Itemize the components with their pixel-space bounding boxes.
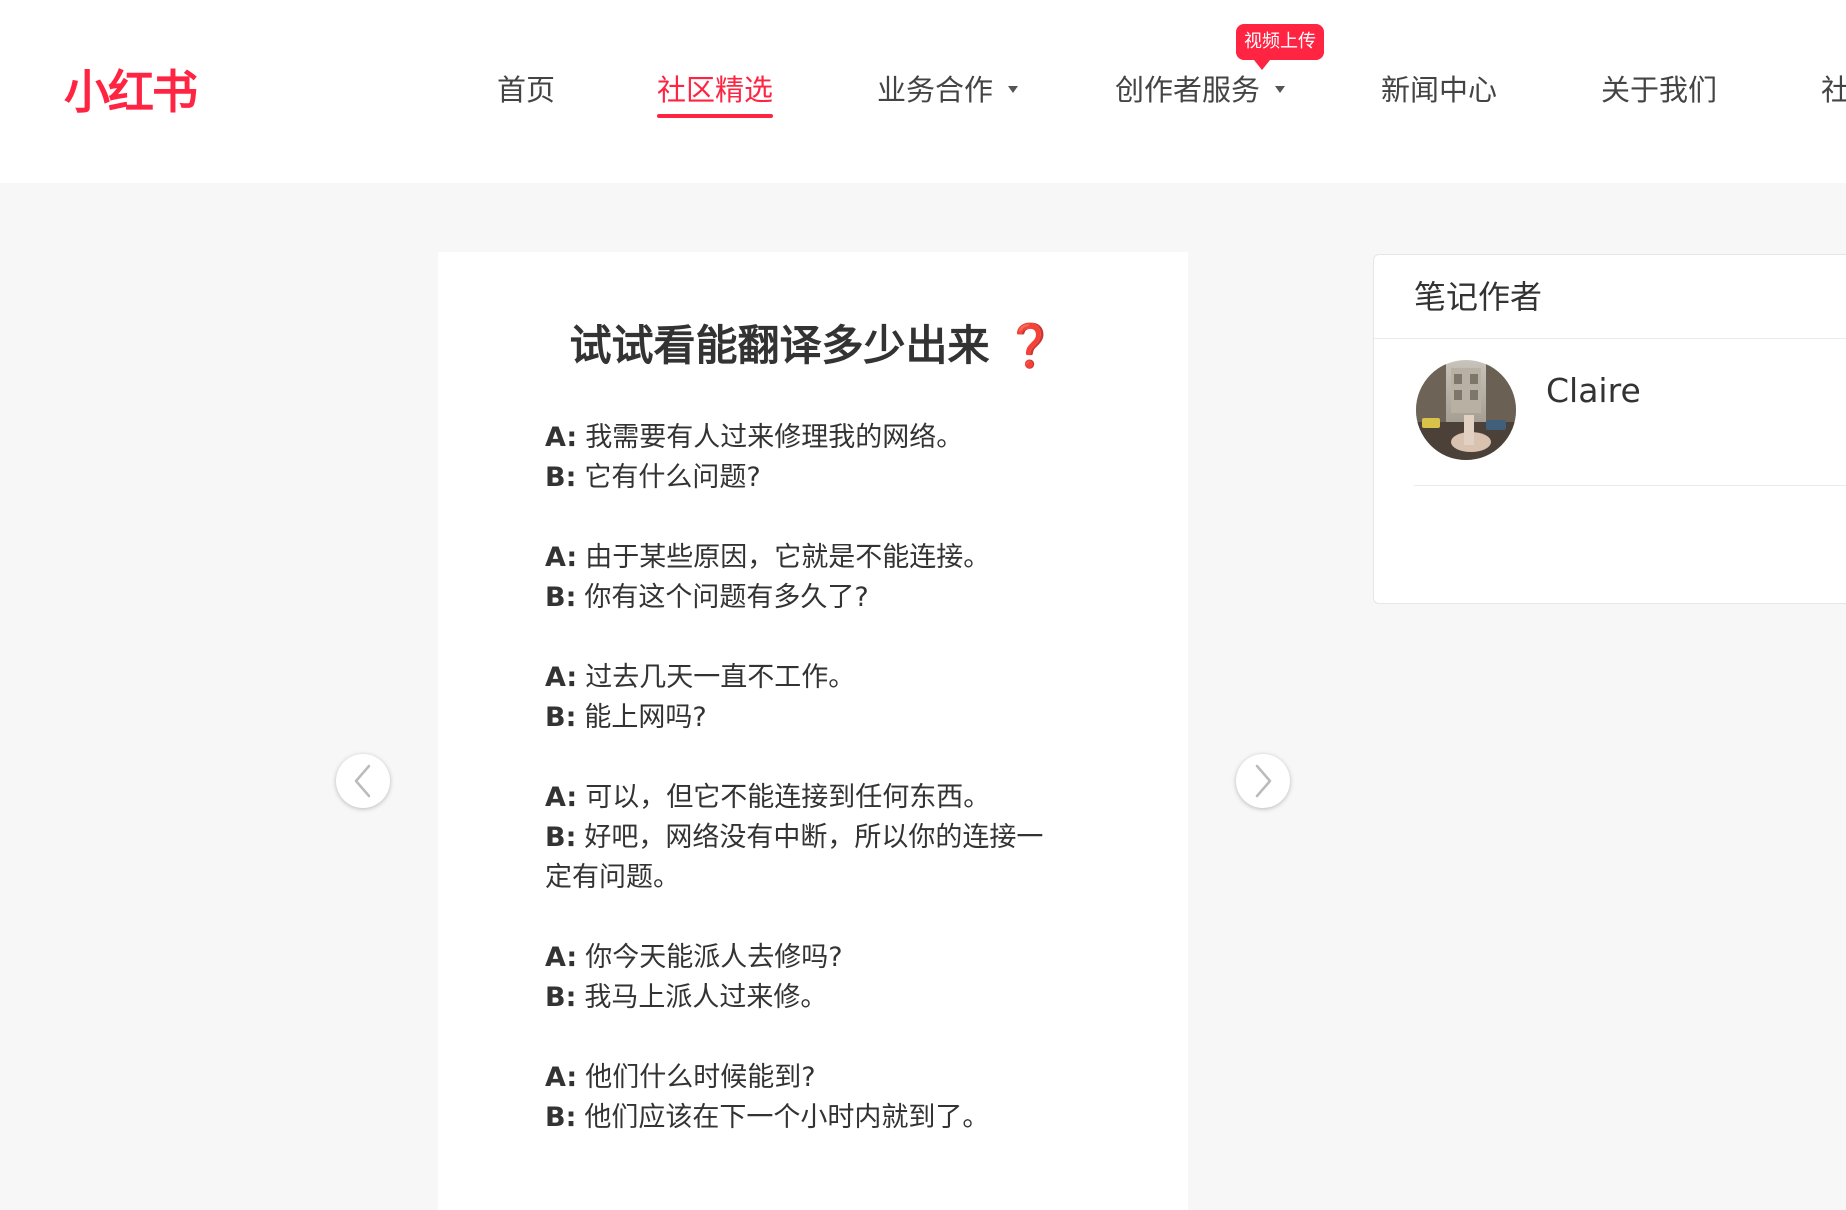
speaker-b-label: B:: [545, 1102, 577, 1133]
author-name[interactable]: Claire: [1546, 369, 1641, 413]
badge-label: 视频上传: [1244, 31, 1316, 52]
video-upload-badge[interactable]: 视频上传: [1236, 24, 1324, 70]
dialogue-line-a: A: 由于某些原因，它就是不能连接。: [545, 538, 1065, 578]
dialogue-line-a: A: 可以，但它不能连接到任何东西。: [545, 778, 1065, 818]
dialogue-text: 由于某些原因，它就是不能连接。: [585, 542, 991, 573]
nav-item-news-center[interactable]: 新闻中心: [1381, 64, 1497, 116]
speaker-b-label: B:: [545, 982, 577, 1013]
speaker-a-label: A:: [545, 542, 578, 573]
author-panel-title: 笔记作者: [1414, 278, 1543, 316]
dialogue-block: A: 由于某些原因，它就是不能连接。 B: 你有这个问题有多久了?: [545, 538, 1065, 618]
dialogue-text: 你有这个问题有多久了?: [584, 582, 869, 613]
brand-logo-text: 小红书: [64, 65, 198, 119]
brand-logo[interactable]: 小红书: [64, 58, 198, 120]
nav-item-label: 创作者服务: [1115, 73, 1261, 107]
speaker-a-label: A:: [545, 1062, 578, 1093]
nav-item-social[interactable]: 社: [1821, 64, 1846, 116]
dialogue-line-b: B: 我马上派人过来修。: [545, 978, 1065, 1018]
dialogue-line-b: B: 好吧，网络没有中断，所以你的连接一定有问题。: [545, 818, 1065, 898]
dialogue-text: 他们什么时候能到?: [585, 1062, 816, 1093]
avatar[interactable]: [1416, 360, 1516, 460]
dialogue-block: A: 过去几天一直不工作。 B: 能上网吗?: [545, 658, 1065, 738]
dialogue-text: 它有什么问题?: [584, 462, 761, 493]
speaker-b-label: B:: [545, 702, 577, 733]
note-title: 试试看能翻译多少出来 ❓: [438, 318, 1188, 374]
note-body: A: 我需要有人过来修理我的网络。 B: 它有什么问题? A: 由于某些原因，它就是不…: [545, 418, 1065, 1178]
nav-item-label: 社: [1821, 73, 1846, 107]
nav-item-label: 首页: [497, 73, 556, 107]
caret-down-icon: [1275, 85, 1286, 93]
dialogue-block: A: 他们什么时候能到? B: 他们应该在下一个小时内就到了。: [545, 1058, 1065, 1138]
top-header: 小红书 首页 社区精选 业务合作 创作者服务 视频上传 新闻中心 关于我们 社: [0, 0, 1846, 183]
dialogue-line-a: A: 我需要有人过来修理我的网络。: [545, 418, 1065, 458]
dialogue-line-a: A: 过去几天一直不工作。: [545, 658, 1065, 698]
speaker-b-label: B:: [545, 822, 577, 853]
speaker-a-label: A:: [545, 942, 578, 973]
active-tab-indicator: [657, 114, 774, 118]
dialogue-block: A: 可以，但它不能连接到任何东西。 B: 好吧，网络没有中断，所以你的连接一定有问…: [545, 778, 1065, 898]
dialogue-text: 可以，但它不能连接到任何东西。: [585, 782, 991, 813]
speaker-a-label: A:: [545, 782, 578, 813]
dialogue-line-b: B: 能上网吗?: [545, 698, 1065, 738]
nav-item-about-us[interactable]: 关于我们: [1601, 64, 1717, 116]
dialogue-text: 好吧，网络没有中断，所以你的连接一定有问题。: [545, 822, 1044, 893]
author-avatar-image: [1416, 360, 1516, 460]
dialogue-text: 过去几天一直不工作。: [585, 662, 856, 693]
nav-item-community-picks[interactable]: 社区精选: [657, 64, 774, 118]
nav-item-label: 关于我们: [1601, 73, 1718, 107]
question-mark-icon: ❓: [1004, 321, 1057, 370]
nav-item-label: 社区精选: [657, 73, 774, 107]
dialogue-text: 我需要有人过来修理我的网络。: [585, 422, 964, 453]
nav-item-home[interactable]: 首页: [497, 64, 555, 116]
speaker-b-label: B:: [545, 462, 577, 493]
author-panel: 笔记作者 Claire: [1373, 254, 1846, 604]
speaker-a-label: A:: [545, 422, 578, 453]
dialogue-text: 他们应该在下一个小时内就到了。: [584, 1102, 990, 1133]
dialogue-line-b: B: 你有这个问题有多久了?: [545, 578, 1065, 618]
nav-item-creator-services[interactable]: 创作者服务: [1115, 64, 1286, 116]
dialogue-text: 你今天能派人去修吗?: [585, 942, 843, 973]
author-panel-header: 笔记作者: [1374, 255, 1846, 339]
chevron-right-icon: [1255, 764, 1272, 798]
dialogue-line-a: A: 他们什么时候能到?: [545, 1058, 1065, 1098]
speaker-a-label: A:: [545, 662, 578, 693]
dialogue-text: 我马上派人过来修。: [584, 982, 828, 1013]
nav-item-label: 新闻中心: [1381, 73, 1498, 107]
next-slide-button[interactable]: [1236, 754, 1290, 808]
caret-down-icon: [1008, 85, 1019, 93]
dialogue-block: A: 我需要有人过来修理我的网络。 B: 它有什么问题?: [545, 418, 1065, 498]
prev-slide-button[interactable]: [336, 754, 390, 808]
dialogue-line-b: B: 他们应该在下一个小时内就到了。: [545, 1098, 1065, 1138]
note-title-text: 试试看能翻译多少出来: [569, 321, 990, 370]
dialogue-text: 能上网吗?: [584, 702, 707, 733]
chevron-left-icon: [354, 764, 371, 798]
divider: [1414, 485, 1846, 486]
dialogue-block: A: 你今天能派人去修吗? B: 我马上派人过来修。: [545, 938, 1065, 1018]
nav-item-business-cooperation[interactable]: 业务合作: [877, 64, 1019, 116]
dialogue-line-a: A: 你今天能派人去修吗?: [545, 938, 1065, 978]
speaker-b-label: B:: [545, 582, 577, 613]
nav-item-label: 业务合作: [877, 73, 994, 107]
dialogue-line-b: B: 它有什么问题?: [545, 458, 1065, 498]
